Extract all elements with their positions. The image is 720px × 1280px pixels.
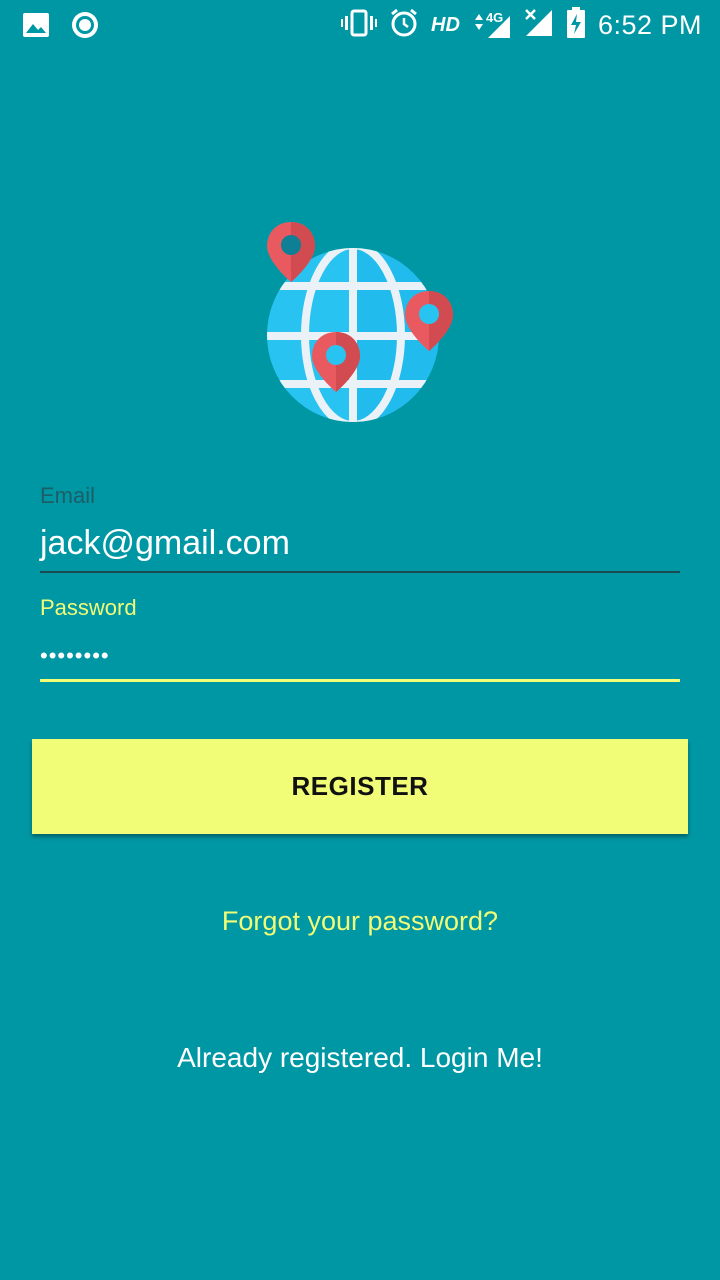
record-icon (70, 10, 100, 45)
globe-with-location-pins-icon (267, 222, 453, 422)
signal-4g-icon: 4G (472, 10, 512, 40)
hd-icon: HD (431, 13, 460, 36)
password-field-group: Password •••••••• (40, 595, 680, 682)
signal-no-sim-icon (524, 8, 554, 43)
alarm-icon (389, 8, 419, 43)
login-link[interactable]: Already registered. Login Me! (0, 1042, 720, 1074)
clock-time: 6:52 PM (597, 9, 702, 40)
email-field-group: Email jack@gmail.com (40, 483, 680, 573)
password-label: Password (40, 595, 137, 620)
status-bar: HD 4G 6:52 PM (0, 0, 720, 50)
email-input[interactable]: jack@gmail.com (40, 523, 680, 563)
image-icon (22, 12, 50, 43)
vibrate-icon (341, 9, 378, 42)
password-input[interactable]: •••••••• (40, 641, 680, 671)
battery-charging-icon (566, 6, 586, 44)
email-label: Email (40, 483, 96, 508)
status-bar-left (22, 10, 100, 45)
email-underline (40, 571, 680, 573)
password-underline (40, 679, 680, 682)
register-button[interactable]: REGISTER (32, 739, 688, 834)
forgot-password-link[interactable]: Forgot your password? (0, 906, 720, 937)
app-logo (262, 218, 458, 428)
network-type-label: 4G (485, 10, 504, 25)
status-bar-right: HD 4G 6:52 PM (341, 6, 702, 44)
